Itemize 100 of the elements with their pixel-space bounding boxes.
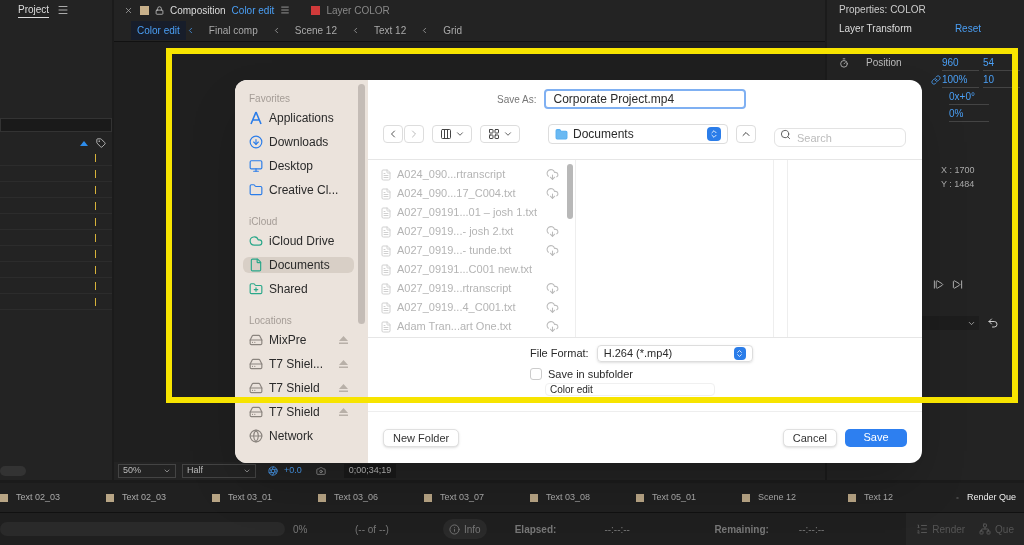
sidebar-item[interactable]: T7 Shiel... xyxy=(243,356,354,372)
zoom-dropdown[interactable]: 50% xyxy=(118,464,176,478)
grid-icon xyxy=(487,128,500,140)
close-icon[interactable] xyxy=(124,5,133,15)
property-value[interactable]: 0x+0° xyxy=(949,88,989,105)
timeline-tab[interactable]: Text 03_07 xyxy=(424,483,530,512)
label-swatch xyxy=(742,493,750,502)
coordinate-readout: Y : 1484 xyxy=(941,177,976,191)
breadcrumb[interactable]: Scene 12 xyxy=(288,21,343,40)
timeline-tab[interactable]: Text 03_08 xyxy=(530,483,636,512)
file-icon xyxy=(380,187,392,200)
sidebar-item[interactable]: Creative Cl... xyxy=(243,182,354,198)
columns-icon xyxy=(439,128,452,140)
monitor-icon xyxy=(249,159,263,173)
comp-tab[interactable]: Layer COLOR xyxy=(311,2,390,18)
caret-icon xyxy=(454,129,465,139)
lock-icon[interactable] xyxy=(155,5,164,15)
timeline-tab[interactable]: Scene 12 xyxy=(742,483,848,512)
subfolder-field[interactable]: Color edit xyxy=(545,383,715,396)
property-value[interactable]: 54 xyxy=(982,54,1020,71)
label-swatch xyxy=(636,493,644,502)
folder-icon xyxy=(249,183,263,197)
resolution-dropdown[interactable]: Half xyxy=(182,464,256,478)
sidebar-item[interactable]: Shared xyxy=(243,281,354,297)
coordinate-readout: X : 1700 xyxy=(941,164,976,177)
tag-icon[interactable] xyxy=(96,138,106,148)
caret-icon xyxy=(163,467,171,475)
cloud-download-icon xyxy=(546,301,559,314)
property-value[interactable]: 960 xyxy=(941,54,979,71)
filename-field[interactable]: Corporate Project.mp4 xyxy=(544,89,747,109)
remaining-label: Remaining: xyxy=(714,522,769,537)
breadcrumb[interactable]: Text 12 xyxy=(368,21,413,40)
label-swatch xyxy=(318,493,326,502)
search-field[interactable] xyxy=(0,118,112,132)
remaining-time: --:--:-- xyxy=(798,522,825,537)
sidebar-item[interactable]: Network xyxy=(243,428,354,444)
sidebar-item[interactable]: Applications xyxy=(243,110,354,126)
sidebar-item[interactable]: Documents xyxy=(243,257,354,273)
breadcrumb[interactable]: Color edit xyxy=(131,21,186,40)
back-button[interactable] xyxy=(383,125,403,143)
sidebar-heading: Locations xyxy=(248,314,293,328)
file-icon xyxy=(380,320,392,333)
timeline-tab[interactable]: Text 02_03 xyxy=(0,483,106,512)
property-value[interactable]: 0% xyxy=(949,105,989,122)
timeline-tab[interactable]: Render Que xyxy=(954,483,1016,512)
color-wheel-icon[interactable] xyxy=(268,466,278,476)
step-forward-icon[interactable] xyxy=(933,279,944,290)
skip-forward-icon[interactable] xyxy=(952,279,963,290)
label-swatch xyxy=(848,493,856,502)
comp-tab[interactable]: Composition Color edit xyxy=(140,2,291,18)
panel-tab[interactable]: Project xyxy=(18,2,50,18)
breadcrumb[interactable]: Grid xyxy=(437,21,469,40)
globe-icon xyxy=(249,429,263,443)
sort-triangle-icon[interactable] xyxy=(80,140,88,146)
scrollbar[interactable] xyxy=(358,84,365,324)
search-icon xyxy=(780,128,791,140)
undo-icon[interactable] xyxy=(987,317,999,329)
sidebar-item[interactable]: Downloads xyxy=(243,134,354,150)
label-swatch xyxy=(0,493,8,502)
sidebar-item[interactable]: MixPre xyxy=(243,332,354,348)
property-value[interactable]: 10 xyxy=(982,71,1020,88)
format-dropdown[interactable]: H.264 (*.mp4) xyxy=(596,344,753,362)
view-button[interactable] xyxy=(432,125,472,143)
timecode[interactable]: 0;00;34;19 xyxy=(343,464,397,478)
sidebar-item[interactable]: Desktop xyxy=(243,158,354,174)
link-icon[interactable] xyxy=(930,74,941,85)
drive-icon xyxy=(249,333,263,347)
location-dropdown[interactable]: Documents xyxy=(548,124,728,144)
elapsed-time: --:--:-- xyxy=(604,522,631,537)
cloud-download-icon xyxy=(546,225,559,238)
sidebar-item[interactable]: T7 Shield xyxy=(243,404,354,420)
queue-icon xyxy=(979,523,992,535)
menu-icon[interactable] xyxy=(57,4,70,16)
timeline-tab[interactable]: Text 02_03 xyxy=(106,483,212,512)
timeline-tab[interactable]: Text 03_06 xyxy=(318,483,424,512)
breadcrumb[interactable]: Final comp xyxy=(202,21,264,40)
new-folder-button[interactable]: New Folder xyxy=(383,428,460,447)
timeline-tab[interactable]: Text 12 xyxy=(848,483,954,512)
checkbox[interactable] xyxy=(530,368,542,380)
field-label: File Format: xyxy=(530,345,589,361)
timeline-tab[interactable]: Text 05_01 xyxy=(636,483,742,512)
reset-link[interactable]: Reset xyxy=(954,20,981,36)
sidebar-item[interactable]: T7 Shield xyxy=(243,380,354,396)
cloud-download-icon xyxy=(546,320,559,333)
cloud-download-icon xyxy=(546,282,559,295)
property-value[interactable]: 100% xyxy=(941,71,979,88)
cancel-button[interactable]: Cancel xyxy=(782,428,837,447)
enclosing-folder-button[interactable] xyxy=(736,125,756,143)
cloud-download-icon xyxy=(546,244,559,257)
group-button[interactable] xyxy=(480,125,520,143)
field-label: Save As: xyxy=(497,92,537,107)
save-button[interactable]: Save xyxy=(845,428,907,447)
file-icon xyxy=(380,206,392,219)
scrollbar[interactable] xyxy=(567,164,573,219)
camera-icon[interactable] xyxy=(315,466,326,476)
stopwatch-icon[interactable] xyxy=(839,57,849,68)
sidebar-item[interactable]: iCloud Drive xyxy=(243,233,354,249)
exposure-value[interactable]: +0.0 xyxy=(284,464,302,478)
label-swatch xyxy=(424,493,432,502)
timeline-tab[interactable]: Text 03_01 xyxy=(212,483,318,512)
